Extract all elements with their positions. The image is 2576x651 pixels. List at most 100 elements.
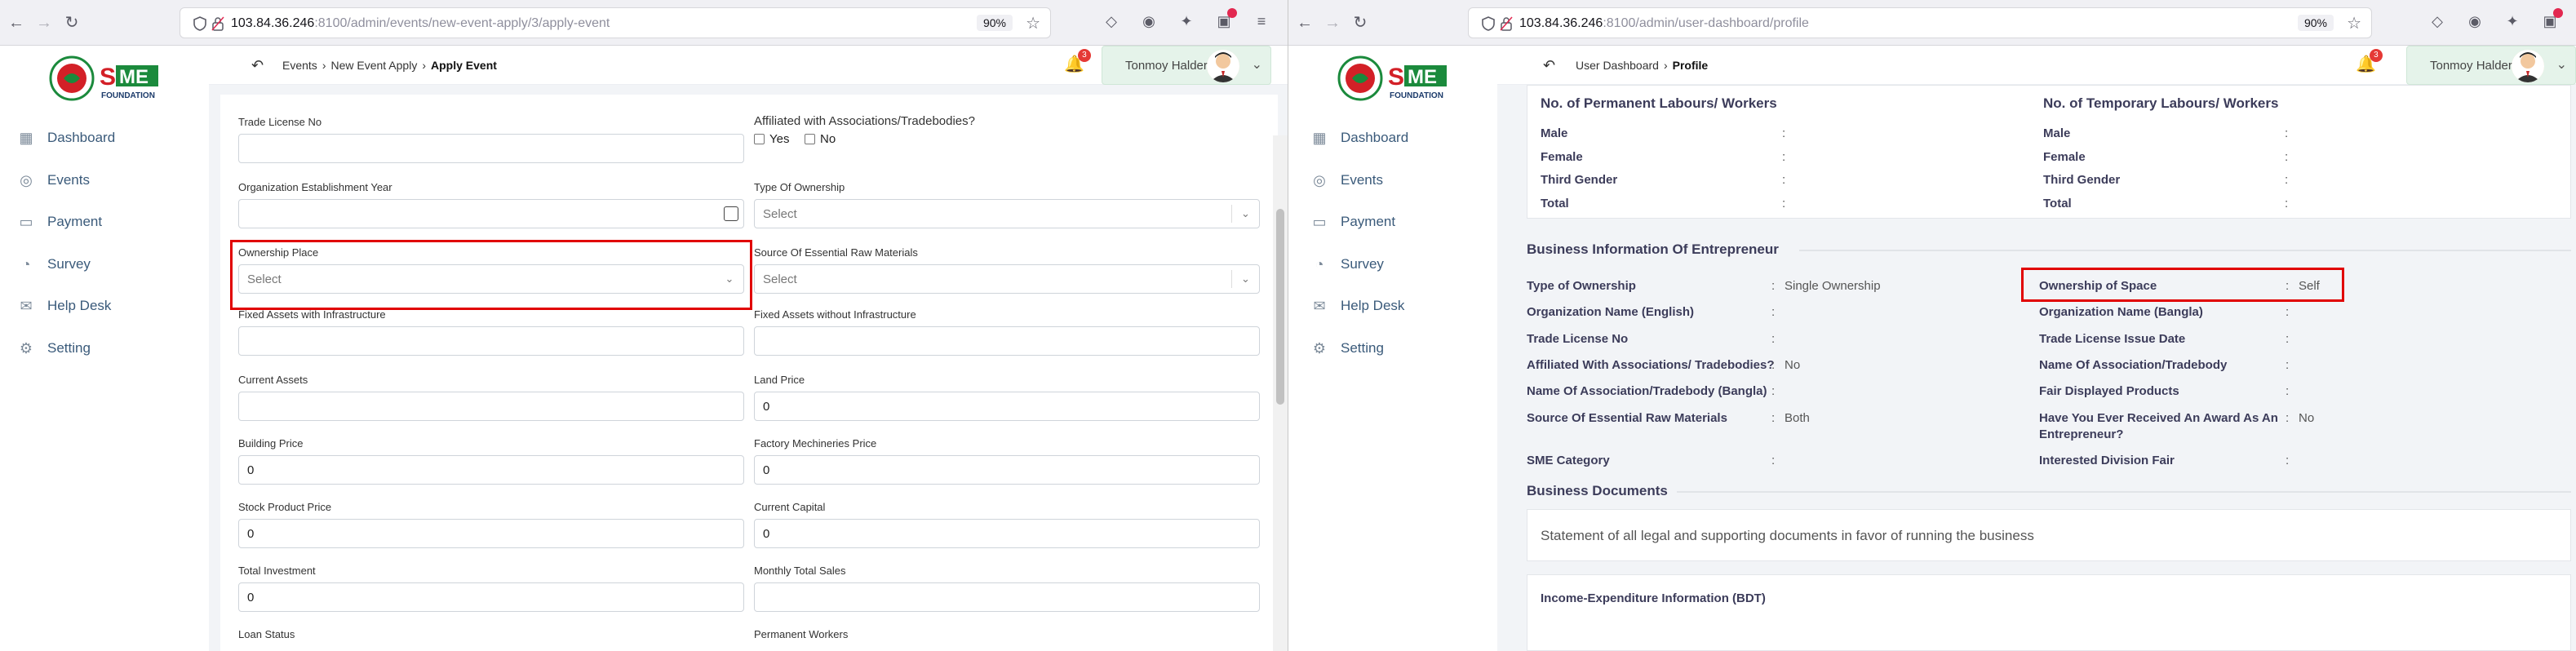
stock-price-label: Stock Product Price — [238, 501, 332, 513]
colon: : — [1782, 173, 1786, 187]
biz-source-raw-label: Source Of Essential Raw Materials — [1527, 411, 1727, 425]
browser-toolbar: ← → ↻ 103.84.36.246:8100/admin/events/ne… — [0, 0, 1288, 46]
addon-icon[interactable]: ▣ — [1214, 8, 1237, 31]
svg-text:ME: ME — [119, 66, 149, 88]
address-bar[interactable]: 103.84.36.246:8100/admin/events/new-even… — [180, 7, 1051, 38]
fixed-with-input[interactable] — [238, 326, 744, 356]
sidebar-item-help-desk[interactable]: ✉ Help Desk — [18, 294, 111, 318]
reload-icon[interactable]: ↻ — [1349, 11, 1372, 34]
zoom-level[interactable]: 90% — [976, 15, 1013, 31]
stock-price-input[interactable]: 0 — [238, 519, 744, 548]
land-price-input[interactable]: 0 — [754, 392, 1260, 421]
factory-price-input[interactable]: 0 — [754, 455, 1260, 485]
sidebar-item-help-desk[interactable]: ✉ Help Desk — [1311, 294, 1404, 318]
sidebar-item-label: Setting — [47, 340, 91, 356]
colon: : — [1782, 197, 1786, 210]
sidebar-item-label: Help Desk — [1341, 298, 1405, 313]
bell-icon[interactable]: 🔔 3 — [2356, 49, 2383, 74]
extensions-icon[interactable]: ✦ — [2503, 11, 2522, 31]
pocket-icon[interactable]: ◇ — [1102, 11, 1121, 31]
fixed-without-input[interactable] — [754, 326, 1260, 356]
sidebar-item-payment[interactable]: ▭ Payment — [18, 210, 102, 234]
sidebar-item-survey[interactable]: ◔ Survey — [1311, 252, 1384, 277]
monthly-sales-input[interactable] — [754, 582, 1260, 612]
svg-text:ME: ME — [1408, 66, 1437, 88]
affiliated-yes-checkbox[interactable]: Yes — [754, 132, 789, 146]
monthly-sales-label: Monthly Total Sales — [754, 565, 846, 577]
forward-icon[interactable]: → — [1321, 11, 1344, 34]
sidebar-item-label: Setting — [1341, 340, 1384, 356]
sidebar-item-survey[interactable]: ◔ Survey — [18, 252, 91, 277]
address-bar[interactable]: 103.84.36.246:8100/admin/user-dashboard/… — [1468, 7, 2372, 38]
colon: : — [1771, 358, 1776, 372]
url-text: 103.84.36.246:8100/admin/user-dashboard/… — [1519, 16, 1809, 30]
building-price-input[interactable]: 0 — [238, 455, 744, 485]
biz-award-label-line2: Entrepreneur? — [2039, 427, 2124, 441]
user-name: Tonmoy Halder — [2430, 59, 2512, 73]
biz-sme-category-label: SME Category — [1527, 454, 1610, 467]
menu-icon[interactable]: ≡ — [1252, 11, 1271, 31]
account-icon[interactable]: ◉ — [1139, 11, 1159, 31]
colon: : — [1771, 454, 1776, 467]
current-assets-input[interactable] — [238, 392, 744, 421]
select-value: Select — [763, 272, 797, 286]
user-menu[interactable]: Tonmoy Halder ⌄ — [2406, 46, 2576, 85]
insecure-lock-icon — [1500, 16, 1513, 31]
undo-back-icon[interactable]: ↶ — [1543, 57, 1555, 74]
biz-type-ownership-label: Type of Ownership — [1527, 279, 1636, 293]
page-scrollbar[interactable] — [1273, 135, 1288, 651]
breadcrumb-current: Profile — [1672, 59, 1709, 72]
bookmark-star-icon[interactable]: ☆ — [1026, 13, 1040, 33]
biz-division-fair-label: Interested Division Fair — [2039, 454, 2175, 467]
ownership-place-select[interactable]: Select ⌄ — [238, 264, 744, 294]
sidebar-item-label: Dashboard — [47, 130, 116, 145]
affiliated-no-checkbox[interactable]: No — [805, 132, 836, 146]
scrollbar-thumb[interactable] — [1276, 209, 1284, 405]
factory-price-label: Factory Mechineries Price — [754, 437, 877, 450]
sidebar-item-events[interactable]: ◎ Events — [18, 168, 90, 193]
sidebar-item-setting[interactable]: ⚙ Setting — [18, 336, 91, 361]
chevron-down-icon[interactable]: ⌄ — [2556, 56, 2567, 73]
breadcrumb-new-event-apply[interactable]: New Event Apply — [330, 59, 417, 72]
sidebar-item-dashboard[interactable]: ▦ Dashboard — [1311, 126, 1408, 150]
type-ownership-select[interactable]: Select ⌄ — [754, 199, 1260, 228]
sidebar-item-dashboard[interactable]: ▦ Dashboard — [18, 126, 115, 150]
colon: : — [2285, 150, 2289, 164]
payment-icon: ▭ — [19, 214, 33, 230]
survey-icon: ◔ — [1315, 256, 1324, 272]
current-capital-label: Current Capital — [754, 501, 826, 513]
user-menu[interactable]: Tonmoy Halder ⌄ — [1102, 46, 1271, 85]
account-icon[interactable]: ◉ — [2465, 11, 2485, 31]
colon: : — [1782, 126, 1786, 140]
forward-icon[interactable]: → — [33, 11, 55, 34]
top-header: ↶ User Dashboard › Profile 🔔 3 Tonmoy Halde… — [1497, 46, 2576, 85]
trade-license-input[interactable] — [238, 134, 744, 163]
bookmark-star-icon[interactable]: ☆ — [2347, 13, 2361, 33]
sidebar-item-setting[interactable]: ⚙ Setting — [1311, 336, 1384, 361]
chevron-down-icon: ⌄ — [1231, 205, 1259, 223]
breadcrumb-events[interactable]: Events — [282, 59, 317, 72]
sidebar-item-events[interactable]: ◎ Events — [1311, 168, 1383, 193]
biz-association-label: Name Of Association/Tradebody — [2039, 358, 2228, 372]
breadcrumb-user-dashboard[interactable]: User Dashboard — [1576, 59, 1659, 72]
back-icon[interactable]: ← — [5, 11, 28, 34]
calendar-icon[interactable] — [724, 206, 738, 221]
current-capital-input[interactable]: 0 — [754, 519, 1260, 548]
sidebar-item-payment[interactable]: ▭ Payment — [1311, 210, 1395, 234]
chevron-down-icon[interactable]: ⌄ — [1252, 56, 1262, 73]
chevron-down-icon: ⌄ — [725, 272, 734, 285]
bell-icon[interactable]: 🔔 3 — [1064, 49, 1091, 74]
pocket-icon[interactable]: ◇ — [2427, 11, 2447, 31]
undo-back-icon[interactable]: ↶ — [251, 57, 264, 74]
zoom-level[interactable]: 90% — [2297, 15, 2334, 31]
extensions-icon[interactable]: ✦ — [1177, 11, 1196, 31]
back-icon[interactable]: ← — [1293, 11, 1316, 34]
reload-icon[interactable]: ↻ — [60, 11, 83, 34]
breadcrumb: User Dashboard › Profile — [1576, 59, 1709, 72]
total-investment-input[interactable]: 0 — [238, 582, 744, 612]
establishment-year-input[interactable] — [238, 199, 744, 228]
breadcrumb-current: Apply Event — [431, 59, 497, 72]
survey-icon: ◔ — [21, 256, 31, 272]
addon-icon[interactable]: ▣ — [2540, 8, 2563, 31]
source-raw-select[interactable]: Select ⌄ — [754, 264, 1260, 294]
